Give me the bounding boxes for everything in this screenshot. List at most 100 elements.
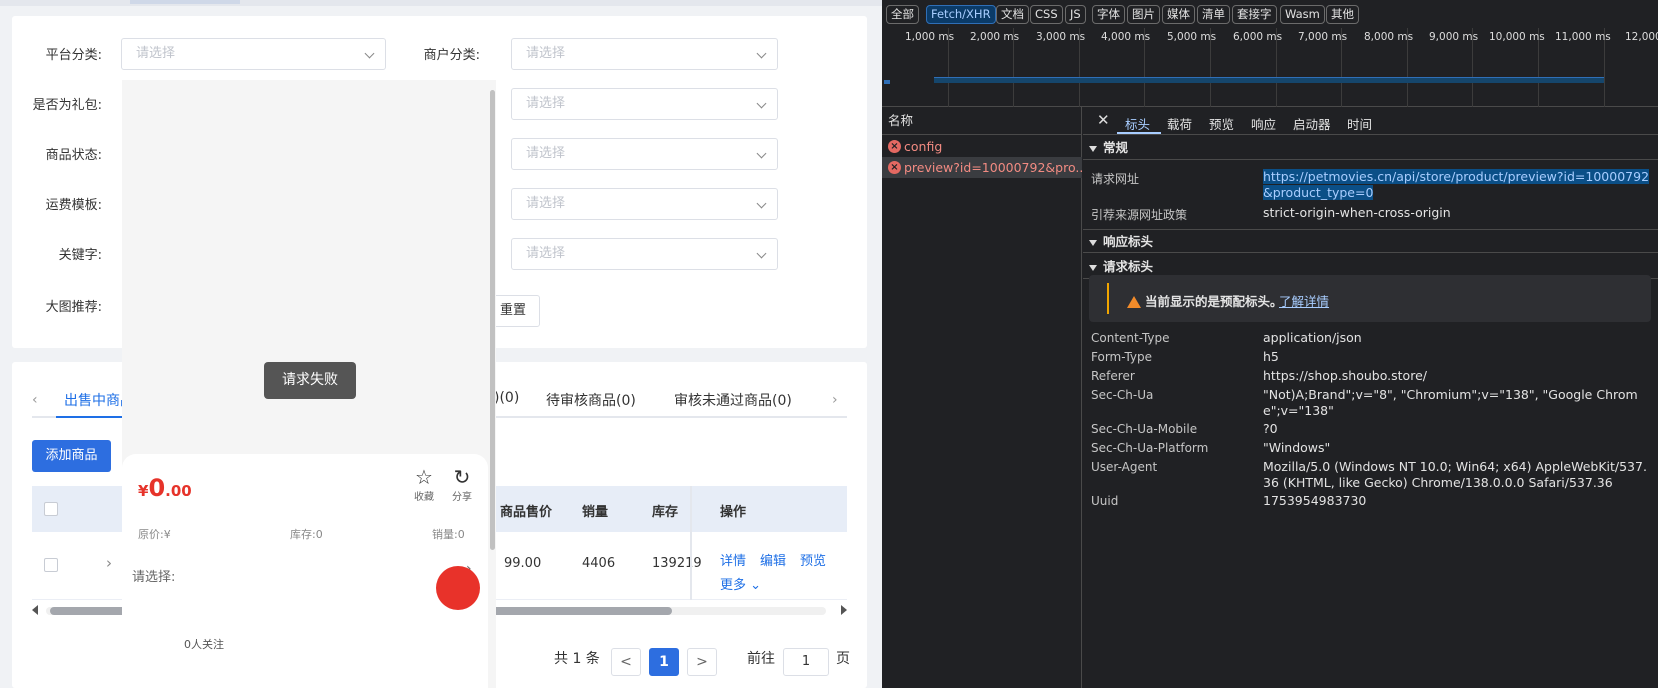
tab-response[interactable]: 响应 <box>1251 114 1276 133</box>
header-key: Uuid <box>1091 494 1119 508</box>
cell-stock: 139219 <box>652 556 702 571</box>
tab-pending-review[interactable]: 待审核商品(0) <box>546 390 636 410</box>
filter-media[interactable]: 媒体 <box>1162 5 1195 24</box>
op-more-link[interactable]: 更多 ⌄ <box>720 574 761 593</box>
prev-page-button[interactable]: < <box>611 648 641 676</box>
header-key: Form-Type <box>1091 350 1153 364</box>
filter-manifest[interactable]: 清单 <box>1197 5 1230 24</box>
tab-payload[interactable]: 载荷 <box>1167 114 1192 133</box>
spec-select-label[interactable]: 请选择: <box>132 566 175 585</box>
op-edit-link[interactable]: 编辑 <box>760 550 786 569</box>
active-tab-indicator <box>1117 132 1161 134</box>
active-tab-hint[interactable] <box>130 0 240 4</box>
timeline-tick: 3,000 ms <box>1036 28 1085 107</box>
tabs-next-icon[interactable]: › <box>832 392 838 408</box>
next-page-button[interactable]: > <box>687 648 717 676</box>
learn-more-link[interactable]: 了解详情 <box>1279 291 1329 310</box>
filter-img[interactable]: 图片 <box>1127 5 1160 24</box>
pagination-total: 共 1 条 <box>554 651 600 667</box>
filter-doc[interactable]: 文档 <box>996 5 1029 24</box>
col-stock: 库存 <box>652 505 679 520</box>
error-icon: × <box>888 161 901 174</box>
tab-partial[interactable]: )(0) <box>494 390 519 406</box>
request-url-value[interactable]: https://petmovies.cn/api/store/product/p… <box>1263 169 1653 201</box>
filter-wasm[interactable]: Wasm <box>1280 5 1325 24</box>
top-tab-strip <box>0 0 882 6</box>
request-type-filter-bar: 全部 Fetch/XHR 文档 CSS JS 字体 图片 媒体 清单 套接字 W… <box>882 0 1658 28</box>
request-row-config[interactable]: × config <box>882 136 1082 157</box>
share-button[interactable]: ↻ 分享 <box>452 466 472 503</box>
select-all-checkbox[interactable] <box>44 502 58 516</box>
filter-socket[interactable]: 套接字 <box>1232 5 1277 24</box>
filter-label-merchant: 商户分类: <box>423 48 480 63</box>
merchant-category-select[interactable]: 请选择 <box>511 38 778 70</box>
favorite-button[interactable]: ☆ 收藏 <box>414 466 434 503</box>
filter-label-banner: 大图推荐: <box>45 300 102 315</box>
col-actions: 操作 <box>720 505 747 520</box>
header-value: h5 <box>1263 349 1279 364</box>
timeline-request-bar-start <box>884 80 890 84</box>
name-column-header[interactable]: 名称 <box>882 107 1082 135</box>
header-value: https://shop.shoubo.store/ <box>1263 368 1427 383</box>
floating-action-button[interactable] <box>436 566 480 610</box>
timeline-tick: 1,000 ms <box>905 28 954 107</box>
select-4[interactable]: 请选择 <box>511 188 778 220</box>
tab-initiator[interactable]: 启动器 <box>1293 114 1331 133</box>
detail-tabs: ✕ 标头 载荷 预览 响应 启动器 时间 <box>1083 107 1658 135</box>
select-3[interactable]: 请选择 <box>511 138 778 170</box>
op-preview-link[interactable]: 预览 <box>800 550 826 569</box>
header-key: Referer <box>1091 369 1135 383</box>
general-section-header[interactable]: 常规 <box>1083 136 1658 160</box>
share-icon: ↻ <box>453 465 471 489</box>
header-key: Sec-Ch-Ua <box>1091 388 1154 402</box>
header-key: Sec-Ch-Ua-Mobile <box>1091 422 1198 436</box>
row-checkbox[interactable] <box>44 558 58 572</box>
request-row-preview[interactable]: × preview?id=10000792&pro... <box>882 157 1082 178</box>
scroll-right-icon[interactable] <box>841 605 847 615</box>
tabs-prev-icon[interactable]: ‹ <box>32 392 38 408</box>
preview-scroll-thumb[interactable] <box>490 90 495 550</box>
page-suffix: 页 <box>836 651 850 667</box>
cell-sales: 4406 <box>582 556 616 571</box>
filter-js[interactable]: JS <box>1065 5 1086 24</box>
filter-label-shipping: 运费模板: <box>45 198 102 213</box>
timeline-tick: 8,000 ms <box>1364 28 1413 107</box>
fixed-column-divider <box>690 486 692 600</box>
filter-fetch-xhr[interactable]: Fetch/XHR <box>926 5 996 24</box>
tab-headers[interactable]: 标头 <box>1125 114 1150 133</box>
current-page-button[interactable]: 1 <box>649 648 679 676</box>
add-product-button[interactable]: 添加商品 <box>32 440 111 472</box>
filter-label-keyword: 关键字: <box>58 248 102 263</box>
triangle-down-icon <box>1089 239 1097 246</box>
select-5[interactable]: 请选择 <box>511 238 778 270</box>
chevron-down-icon <box>756 148 767 159</box>
timeline-tick: 11,000 ms <box>1555 28 1611 107</box>
header-value: "Not)A;Brand";v="8", "Chromium";v="138",… <box>1263 387 1638 418</box>
header-value: "Windows" <box>1263 440 1331 455</box>
devtools-network-panel: 全部 Fetch/XHR 文档 CSS JS 字体 图片 媒体 清单 套接字 W… <box>882 0 1658 688</box>
select-2[interactable]: 请选择 <box>511 88 778 120</box>
network-timeline[interactable]: 1,000 ms 2,000 ms 3,000 ms 4,000 ms 5,00… <box>882 28 1658 107</box>
followers-count: 0人关注 <box>184 638 224 651</box>
referrer-policy-key: 引荐来源网址政策 <box>1091 208 1188 222</box>
response-headers-section[interactable]: 响应标头 <box>1083 229 1658 253</box>
filter-font[interactable]: 字体 <box>1092 5 1125 24</box>
filter-css[interactable]: CSS <box>1030 5 1063 24</box>
original-price: 原价:¥ <box>138 528 171 541</box>
expand-row-icon[interactable]: › <box>106 554 112 572</box>
goto-page-input[interactable]: 1 <box>783 648 829 676</box>
scroll-left-icon[interactable] <box>32 605 38 615</box>
timeline-tick: 5,000 ms <box>1167 28 1216 107</box>
request-detail-pane: ✕ 标头 载荷 预览 响应 启动器 时间 常规 请求网址 https://pet… <box>1083 107 1658 688</box>
platform-category-select[interactable]: 请选择 <box>121 38 386 70</box>
filter-other[interactable]: 其他 <box>1326 5 1359 24</box>
filter-all[interactable]: 全部 <box>886 5 919 24</box>
close-icon[interactable]: ✕ <box>1097 111 1110 129</box>
header-value: 1753954983730 <box>1263 493 1367 508</box>
preview-scrollbar[interactable] <box>488 90 496 550</box>
tab-rejected[interactable]: 审核未通过商品(0) <box>674 390 792 410</box>
filter-label-status: 商品状态: <box>45 148 102 163</box>
tab-preview[interactable]: 预览 <box>1209 114 1234 133</box>
tab-timing[interactable]: 时间 <box>1347 114 1372 133</box>
op-detail-link[interactable]: 详情 <box>720 550 746 569</box>
